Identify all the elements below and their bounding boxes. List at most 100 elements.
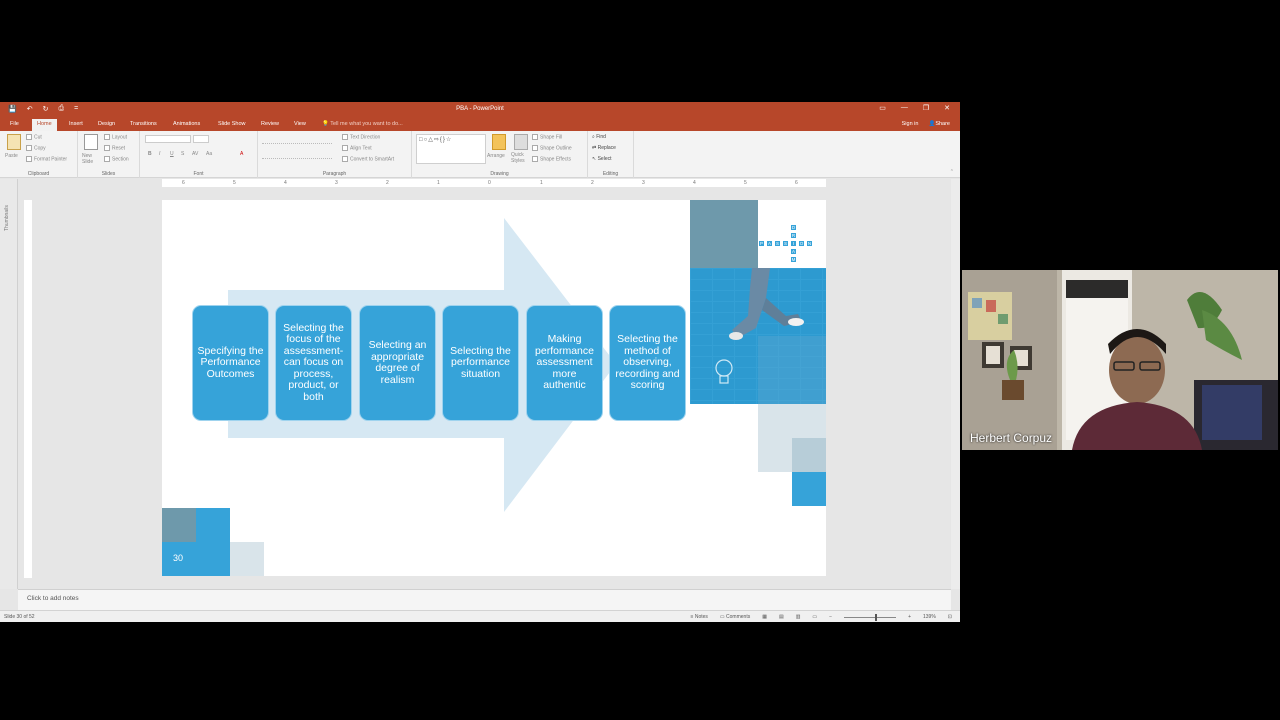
list-buttons[interactable] — [262, 136, 332, 144]
reset-button[interactable]: Reset — [104, 145, 125, 151]
reading-view-icon[interactable]: ▥ — [796, 614, 801, 620]
shapes-gallery[interactable]: □○△⇨{}☆ — [416, 134, 486, 164]
shape-effects-button[interactable]: Shape Effects — [532, 156, 571, 162]
process-step-text: Making performance assessment more authe… — [535, 333, 594, 392]
format-painter-button[interactable]: Format Painter — [26, 156, 67, 162]
notes-button[interactable]: ≡ Notes — [691, 614, 708, 620]
align-text-button[interactable]: Align Text — [342, 145, 372, 151]
share-label: Share — [935, 121, 950, 127]
slide-sorter-icon[interactable]: ▤ — [779, 614, 784, 620]
zoom-level[interactable]: 139% — [923, 614, 936, 620]
copy-button[interactable]: Copy — [26, 145, 46, 151]
change-case-button[interactable]: Aa — [206, 151, 212, 157]
paste-button[interactable]: Paste — [5, 153, 18, 159]
ruler-tick: 3 — [335, 180, 338, 186]
slideshow-icon[interactable]: ▭ — [812, 614, 817, 620]
slide-canvas[interactable]: Specifying the Performance Outcomes Sele… — [162, 200, 826, 576]
vertical-scrollbar[interactable] — [951, 179, 960, 589]
paragraph-group: Text Direction Align Text Convert to Sma… — [258, 131, 412, 178]
copy-label: Copy — [34, 145, 46, 152]
find-button[interactable]: ⌕ Find — [592, 134, 606, 140]
cut-label: Cut — [34, 134, 42, 141]
text-direction-label: Text Direction — [350, 134, 381, 141]
collapse-ribbon-icon[interactable]: ⌃ — [950, 169, 954, 175]
tab-file[interactable]: File — [10, 121, 19, 127]
fit-slide-icon[interactable]: ⊡ — [948, 614, 952, 620]
status-bar: Slide 30 of 52 ≡ Notes ▭ Comments ▦ ▤ ▥ … — [0, 610, 960, 622]
tab-view[interactable]: View — [294, 121, 306, 127]
tab-transitions[interactable]: Transitions — [130, 121, 157, 127]
char-spacing-button[interactable]: AV — [192, 151, 198, 157]
close-button[interactable]: ✕ — [944, 104, 950, 112]
ribbon-display-icon[interactable]: ▭ — [879, 104, 886, 112]
tab-home[interactable]: Home — [32, 119, 57, 131]
zoom-slider[interactable] — [844, 613, 897, 621]
font-size-box[interactable] — [193, 135, 209, 143]
letter-tile: S — [782, 240, 789, 247]
bold-button[interactable]: B — [148, 151, 152, 157]
process-step-6[interactable]: Selecting the method of observing, recor… — [609, 305, 686, 421]
select-label: Select — [597, 156, 612, 162]
tab-insert[interactable]: Insert — [69, 121, 83, 127]
minimize-button[interactable]: — — [901, 104, 908, 112]
tab-animations[interactable]: Animations — [173, 121, 200, 127]
letter-tile: I — [790, 240, 797, 247]
zoom-in-button[interactable]: + — [908, 614, 911, 620]
tab-design[interactable]: Design — [98, 121, 115, 127]
underline-button[interactable]: U — [170, 151, 174, 157]
ruler-tick: 5 — [233, 180, 236, 186]
restore-button[interactable]: ❐ — [923, 104, 929, 112]
sign-in-link[interactable]: Sign in — [902, 121, 919, 127]
tab-review[interactable]: Review — [261, 121, 279, 127]
new-slide-button[interactable]: New Slide — [82, 153, 102, 165]
process-step-4[interactable]: Selecting the performance situation — [442, 305, 519, 421]
share-button[interactable]: 👤Share — [928, 121, 950, 127]
arrange-button[interactable]: Arrange — [487, 153, 505, 159]
shadow-button[interactable]: S — [181, 151, 184, 157]
layout-button[interactable]: Layout — [104, 134, 127, 140]
zoom-out-button[interactable]: − — [829, 614, 832, 620]
arrange-icon[interactable] — [492, 134, 506, 150]
ruler-tick: 1 — [540, 180, 543, 186]
ruler-tick: 5 — [744, 180, 747, 186]
notes-pane[interactable]: Click to add notes — [18, 589, 951, 610]
process-step-3[interactable]: Selecting an appropriate degree of reali… — [359, 305, 436, 421]
shape-outline-button[interactable]: Shape Outline — [532, 145, 572, 151]
process-step-text: Specifying the Performance Outcomes — [197, 344, 264, 380]
process-step-2[interactable]: Selecting the focus of the assessment- c… — [275, 305, 352, 421]
select-button[interactable]: ↖ Select — [592, 156, 612, 162]
text-direction-button[interactable]: Text Direction — [342, 134, 380, 140]
replace-button[interactable]: ⇄ Replace — [592, 145, 616, 151]
align-buttons[interactable] — [262, 151, 332, 159]
quick-styles-button[interactable]: Quick Styles — [511, 152, 531, 164]
outline-icon — [532, 145, 538, 151]
letter-tile: S — [774, 240, 781, 247]
text-direction-icon — [342, 134, 348, 140]
comments-button[interactable]: ▭ Comments — [720, 614, 750, 620]
italic-button[interactable]: I — [159, 151, 160, 157]
process-step-1[interactable]: Specifying the Performance Outcomes — [192, 305, 269, 421]
font-label: Font — [193, 171, 204, 177]
letter-tile: O — [798, 240, 805, 247]
letter-tile: P — [758, 240, 765, 247]
section-button[interactable]: Section — [104, 156, 129, 162]
font-color-button[interactable]: A — [240, 151, 243, 157]
font-name-box[interactable] — [145, 135, 191, 143]
new-slide-icon[interactable] — [84, 134, 98, 150]
align-text-icon — [342, 145, 348, 151]
powerpoint-window: 💾 ↶ ↻ ⎙ = PBA - PowerPoint ▭ — ❐ ✕ File … — [0, 102, 960, 622]
letter-tile: A — [766, 240, 773, 247]
decor-square — [792, 438, 826, 472]
quick-styles-icon[interactable] — [514, 134, 528, 150]
format-painter-label: Format Painter — [34, 156, 68, 163]
smartart-button[interactable]: Convert to SmartArt — [342, 156, 394, 162]
thumbnails-pane-collapsed[interactable]: Thumbnails — [0, 179, 18, 589]
shape-fill-button[interactable]: Shape Fill — [532, 134, 562, 140]
tab-slide-show[interactable]: Slide Show — [218, 121, 246, 127]
tell-me-box[interactable]: 💡 Tell me what you want to do... — [322, 121, 403, 127]
jumping-person-image — [690, 268, 826, 404]
process-step-5[interactable]: Making performance assessment more authe… — [526, 305, 603, 421]
paste-icon[interactable] — [7, 134, 21, 150]
normal-view-icon[interactable]: ▦ — [762, 614, 767, 620]
cut-button[interactable]: Cut — [26, 134, 42, 140]
